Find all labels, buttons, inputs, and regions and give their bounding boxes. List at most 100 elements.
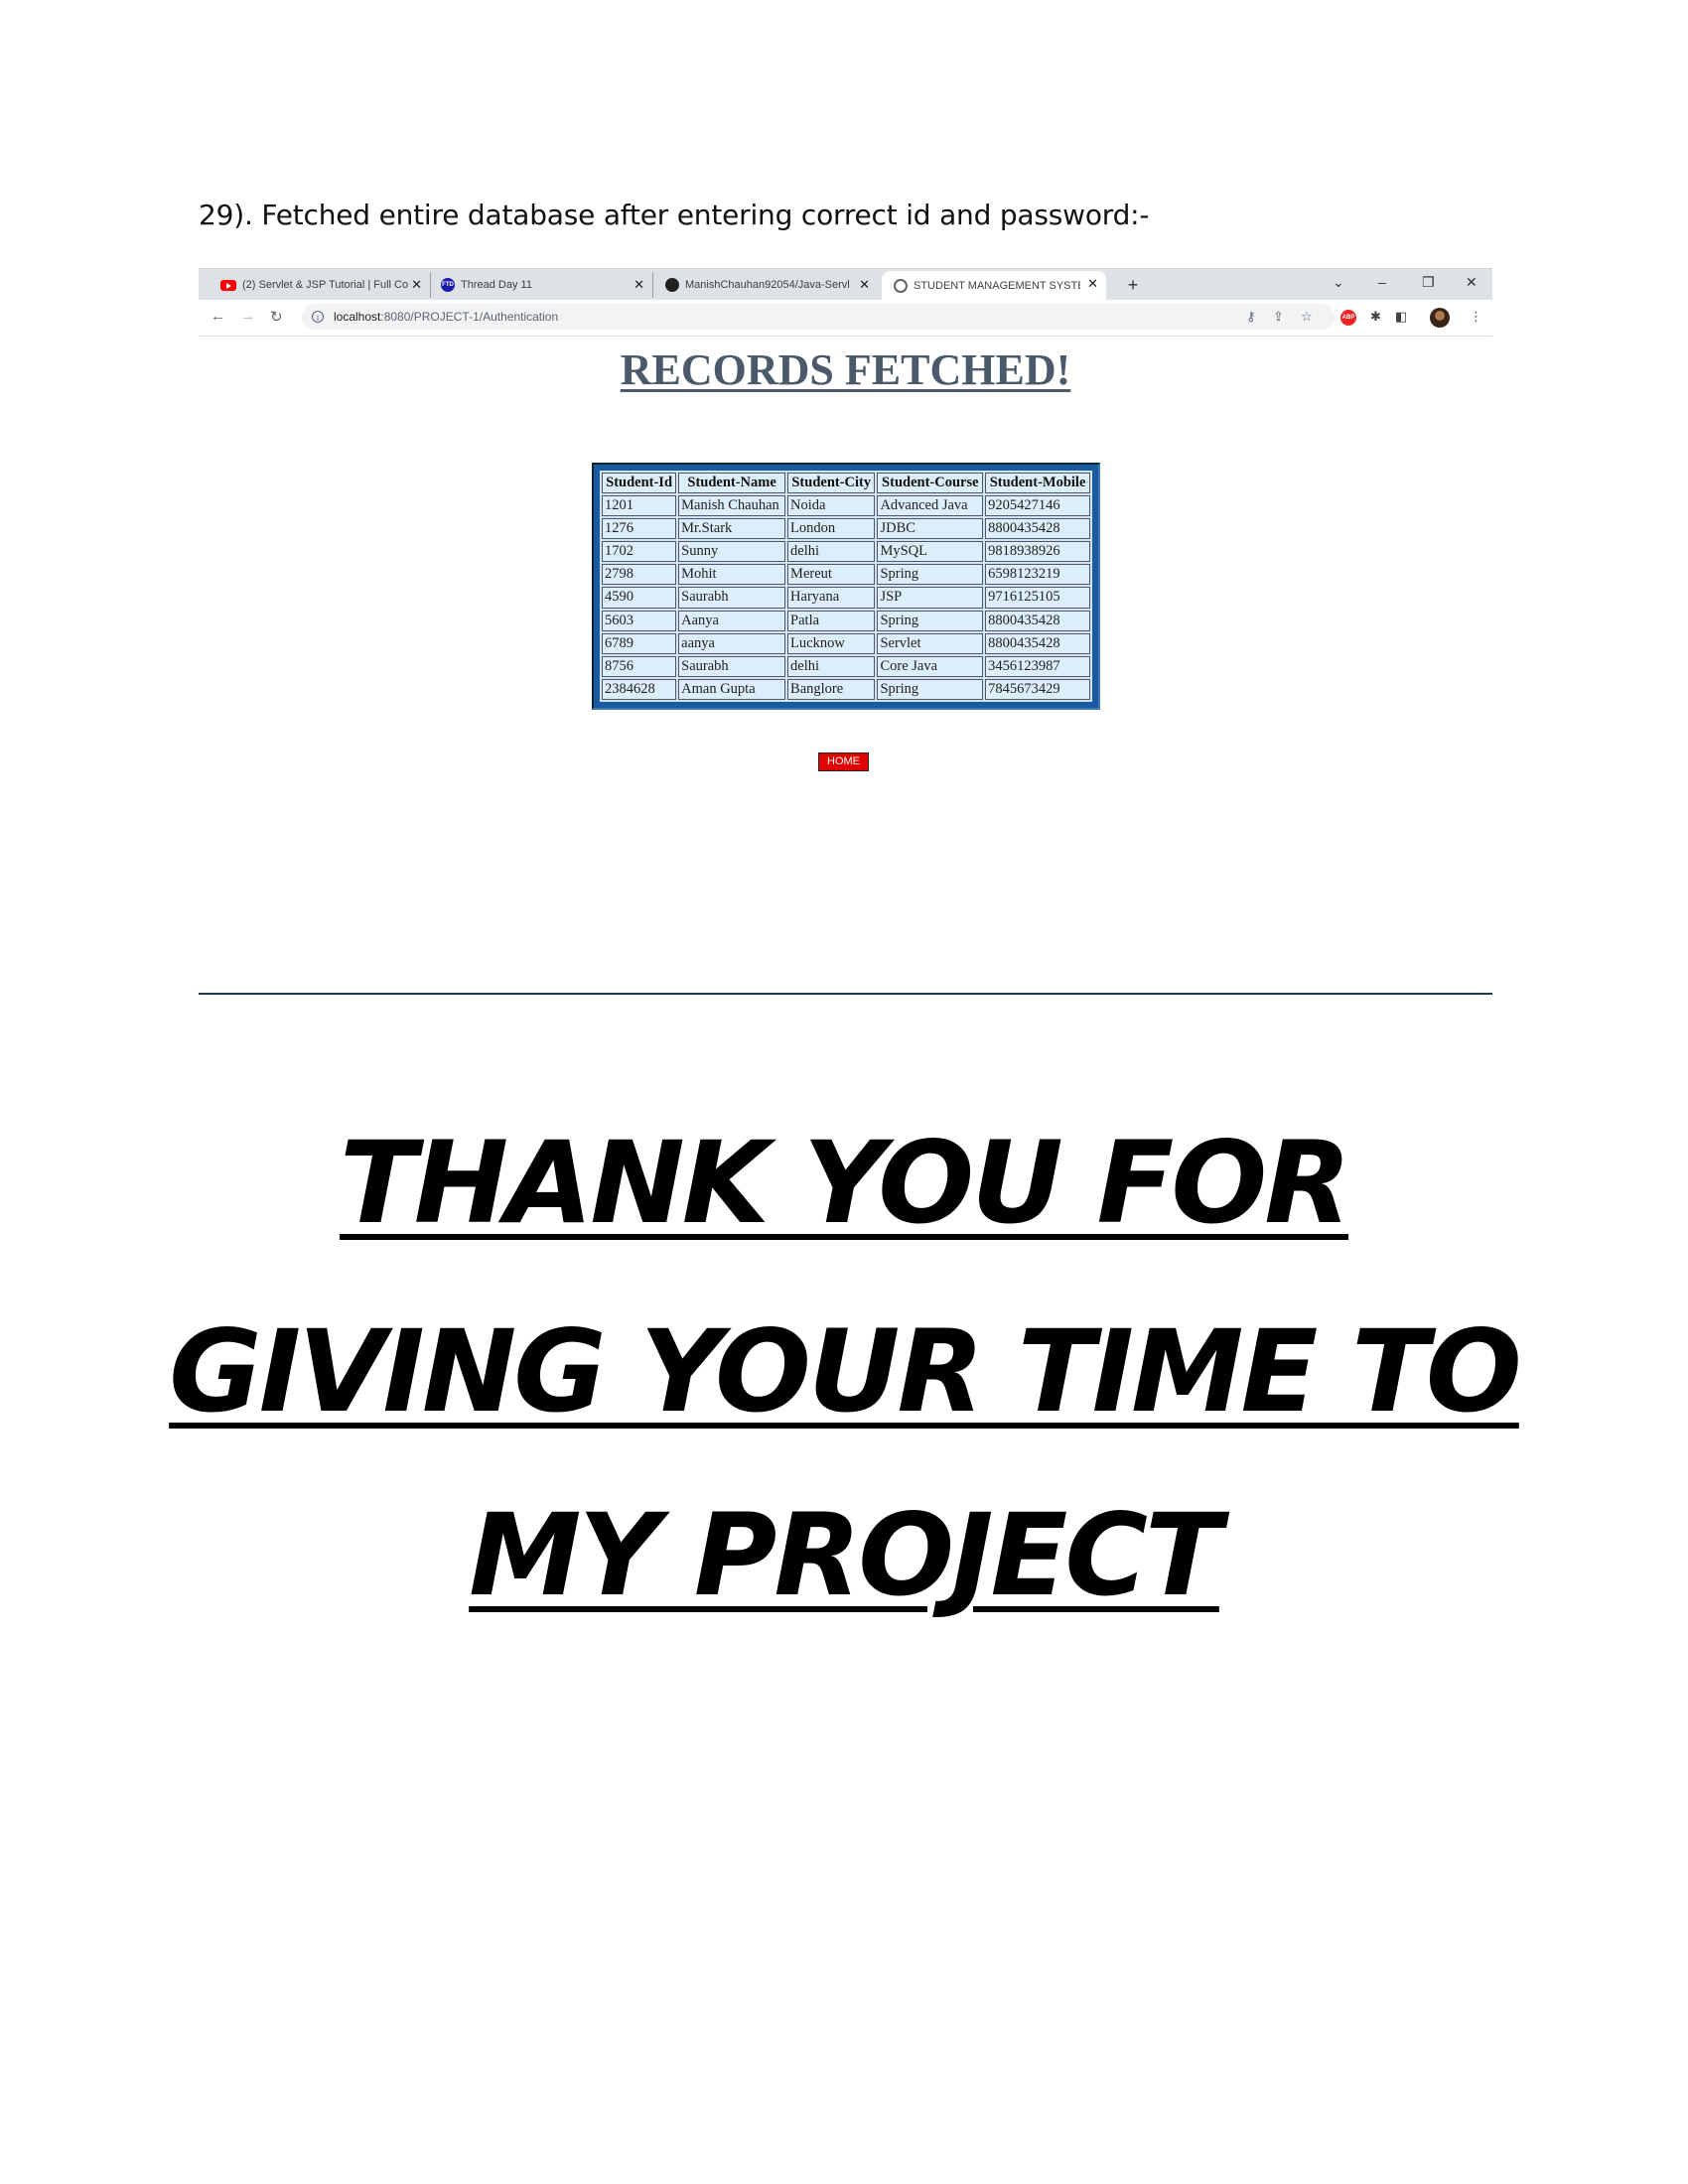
address-bar: ← → ↻ i localhost:8080/PROJECT-1/Authent…	[199, 300, 1492, 337]
table-cell: 8800435428	[985, 518, 1090, 540]
table-cell: Mr.Stark	[678, 518, 786, 540]
close-icon[interactable]: ✕	[411, 277, 422, 293]
tab-title: (2) Servlet & JSP Tutorial | Full Co	[242, 279, 409, 291]
page-content: RECORDS FETCHED! Student-Id Student-Name…	[199, 337, 1492, 1071]
avatar[interactable]	[1430, 308, 1450, 328]
table-cell: 8756	[602, 655, 677, 677]
table-cell: 2384628	[602, 678, 677, 700]
table-cell: 9205427146	[985, 495, 1090, 517]
table-cell: MySQL	[877, 541, 984, 563]
table-cell: delhi	[787, 655, 876, 677]
key-icon[interactable]: ⚷	[1246, 309, 1256, 325]
table-cell: Mohit	[678, 564, 786, 586]
column-header: Student-Mobile	[985, 473, 1090, 493]
column-header: Student-City	[787, 473, 876, 493]
table-cell: 6789	[602, 632, 677, 654]
side-panel-icon[interactable]: ◧	[1395, 309, 1407, 325]
extensions-icon[interactable]: ✱	[1370, 309, 1381, 325]
star-icon[interactable]: ☆	[1301, 309, 1313, 325]
menu-icon[interactable]: ⋮	[1470, 309, 1482, 325]
table-cell: JDBC	[877, 518, 984, 540]
table-cell: 5603	[602, 610, 677, 631]
table-cell: London	[787, 518, 876, 540]
table-row: 2798 Mohit Mereut Spring 6598123219	[602, 564, 1090, 586]
table-cell: 1201	[602, 495, 677, 517]
table-row: 1276 Mr.Stark London JDBC 8800435428	[602, 518, 1090, 540]
tab-title: STUDENT MANAGEMENT SYSTEM	[914, 279, 1080, 292]
column-header: Student-Course	[877, 473, 984, 493]
table-cell: Haryana	[787, 587, 876, 609]
table-cell: Aman Gupta	[678, 678, 786, 700]
tab-bar: (2) Servlet & JSP Tutorial | Full Co ✕ F…	[199, 268, 1492, 300]
caption: 29). Fetched entire database after enter…	[199, 199, 1150, 231]
url-path: :8080/PROJECT-1/Authentication	[380, 310, 559, 324]
close-icon[interactable]: ✕	[859, 277, 870, 293]
table-cell: 2798	[602, 564, 677, 586]
tab-student-management[interactable]: STUDENT MANAGEMENT SYSTEM ✕	[882, 271, 1106, 300]
table-cell: 3456123987	[985, 655, 1090, 677]
globe-icon	[894, 278, 908, 293]
table-cell: 9818938926	[985, 541, 1090, 563]
table-header-row: Student-Id Student-Name Student-City Stu…	[602, 473, 1090, 493]
forward-icon[interactable]: →	[240, 308, 255, 325]
column-header: Student-Name	[678, 473, 786, 493]
new-tab-button[interactable]: +	[1122, 275, 1144, 297]
tab-thread-day[interactable]: FTD Thread Day 11 ✕	[433, 272, 653, 298]
thanks-line-2: GIVING YOUR TIME TO	[169, 1305, 1522, 1437]
table-cell: Lucknow	[787, 632, 876, 654]
url-host: localhost	[334, 310, 381, 324]
reload-icon[interactable]: ↻	[270, 308, 283, 326]
table-cell: Spring	[877, 678, 984, 700]
table-cell: Advanced Java	[877, 495, 984, 517]
table-cell: Servlet	[877, 632, 984, 654]
close-window-button[interactable]: ✕	[1466, 274, 1477, 291]
table-cell: 6598123219	[985, 564, 1090, 586]
table-cell: 9716125105	[985, 587, 1090, 609]
table-cell: Banglore	[787, 678, 876, 700]
close-icon[interactable]: ✕	[1087, 276, 1098, 292]
table-row: 8756 Saurabh delhi Core Java 3456123987	[602, 655, 1090, 677]
browser-screenshot: (2) Servlet & JSP Tutorial | Full Co ✕ F…	[199, 268, 1492, 1071]
site-icon: FTD	[441, 278, 455, 292]
table-cell: Patla	[787, 610, 876, 631]
back-icon[interactable]: ←	[211, 308, 225, 325]
table-row: 5603 Aanya Patla Spring 8800435428	[602, 610, 1090, 631]
table-cell: JSP	[877, 587, 984, 609]
table-cell: Sunny	[678, 541, 786, 563]
restore-button[interactable]: ❐	[1422, 274, 1435, 291]
records-table: Student-Id Student-Name Student-City Stu…	[600, 471, 1092, 702]
tab-search-icon[interactable]: ⌄	[1333, 274, 1344, 291]
divider	[199, 993, 1492, 995]
close-icon[interactable]: ✕	[633, 277, 644, 293]
thanks-line-3: MY PROJECT	[469, 1489, 1222, 1621]
table-cell: 4590	[602, 587, 677, 609]
table-row: 1702 Sunny delhi MySQL 9818938926	[602, 541, 1090, 563]
tab-title: Thread Day 11	[461, 279, 532, 291]
table-cell: 1702	[602, 541, 677, 563]
table-cell: 8800435428	[985, 632, 1090, 654]
table-cell: 8800435428	[985, 610, 1090, 631]
records-table-frame: Student-Id Student-Name Student-City Stu…	[592, 463, 1100, 710]
table-row: 6789 aanya Lucknow Servlet 8800435428	[602, 632, 1090, 654]
column-header: Student-Id	[602, 473, 677, 493]
home-button[interactable]: HOME	[818, 752, 869, 771]
tab-servlet-tutorial[interactable]: (2) Servlet & JSP Tutorial | Full Co ✕	[212, 272, 431, 298]
table-cell: 1276	[602, 518, 677, 540]
tab-github[interactable]: ManishChauhan92054/Java-Servl ✕	[657, 272, 878, 298]
share-icon[interactable]: ⇪	[1273, 309, 1284, 325]
adblock-icon[interactable]: ABP	[1340, 310, 1356, 326]
table-cell: 7845673429	[985, 678, 1090, 700]
url-field[interactable]: i localhost:8080/PROJECT-1/Authenticatio…	[302, 304, 1335, 330]
table-cell: Aanya	[678, 610, 786, 631]
table-cell: delhi	[787, 541, 876, 563]
table-cell: Saurabh	[678, 655, 786, 677]
table-row: 4590 Saurabh Haryana JSP 9716125105	[602, 587, 1090, 609]
youtube-icon	[220, 279, 236, 291]
minimize-button[interactable]: –	[1378, 274, 1386, 290]
thanks-line-1: THANK YOU FOR	[339, 1117, 1351, 1249]
table-cell: aanya	[678, 632, 786, 654]
info-icon[interactable]: i	[312, 311, 324, 323]
table-cell: Noida	[787, 495, 876, 517]
tab-title: ManishChauhan92054/Java-Servl	[685, 279, 850, 291]
table-cell: Spring	[877, 610, 984, 631]
